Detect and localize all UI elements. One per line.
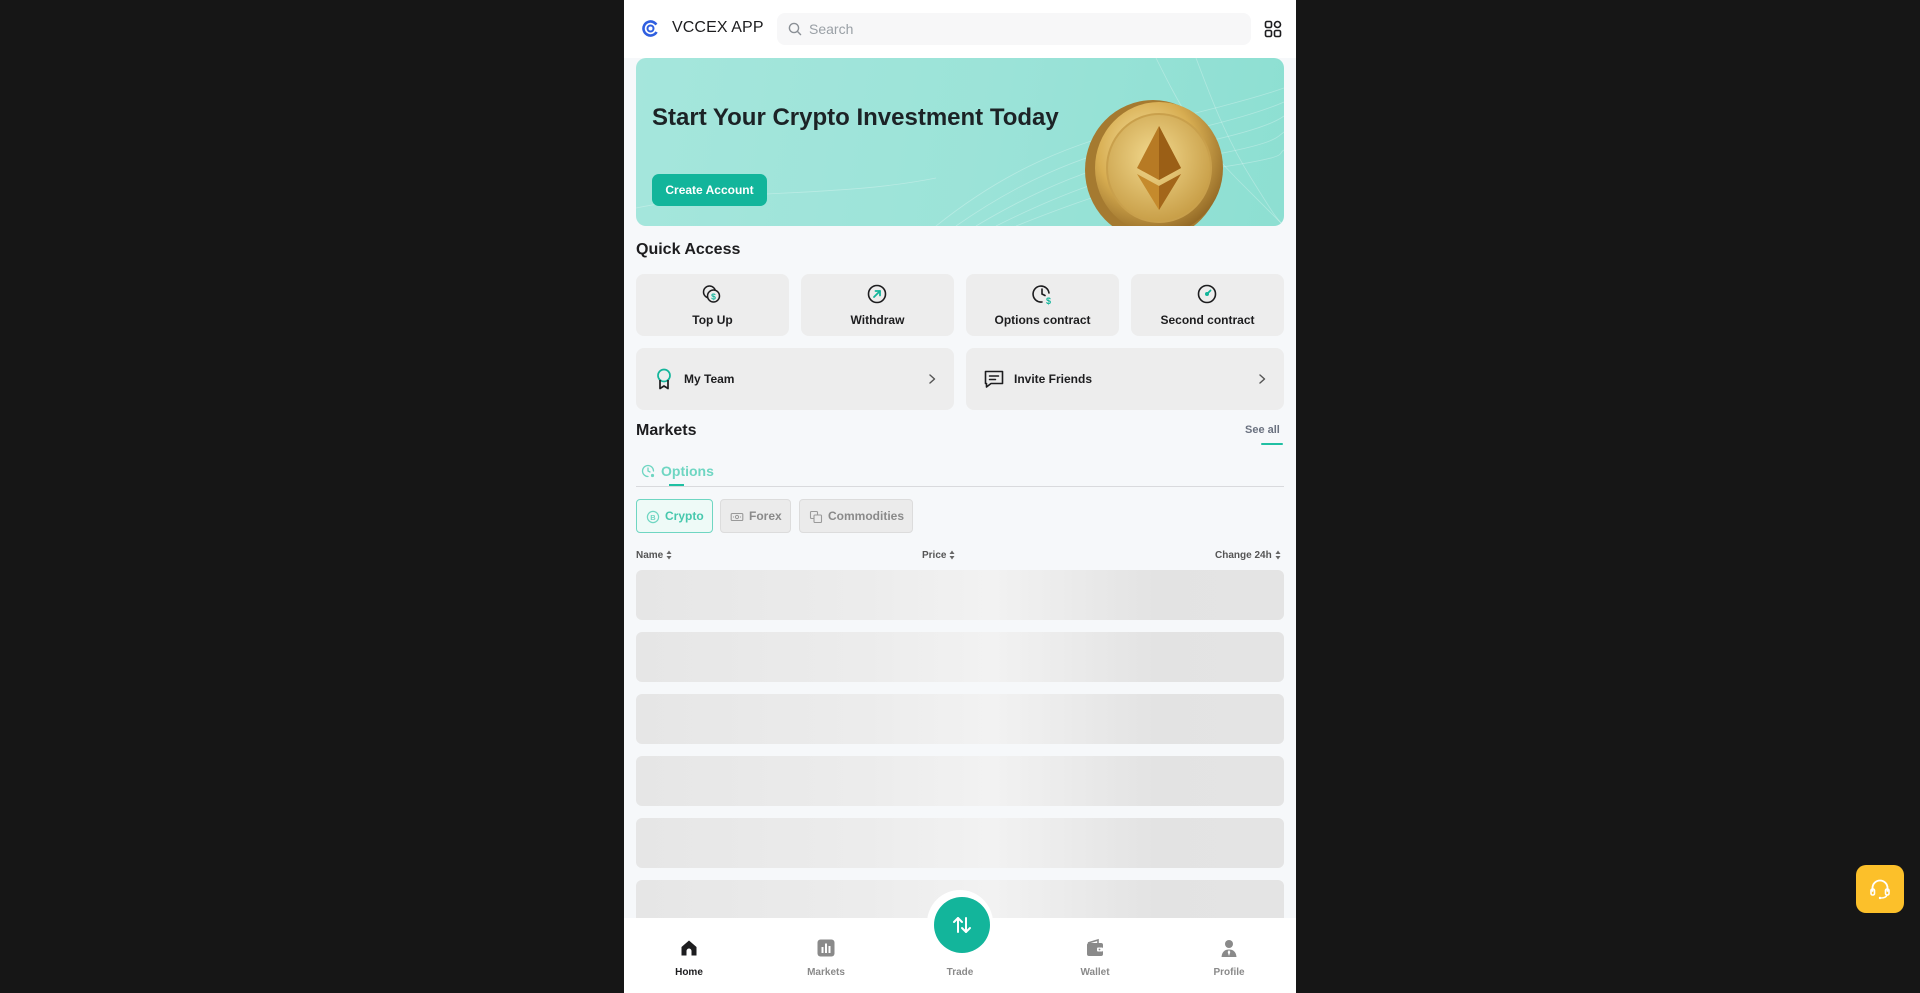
- chip-crypto-label: Crypto: [665, 509, 704, 523]
- column-name[interactable]: Name: [636, 550, 672, 561]
- quick-access-title: Quick Access: [636, 241, 741, 258]
- chip-forex-label: Forex: [749, 509, 782, 523]
- nav-wallet-label: Wallet: [1080, 967, 1110, 978]
- column-price[interactable]: Price: [922, 550, 955, 561]
- loading-row-skeleton: [636, 570, 1284, 620]
- user-icon: [1221, 940, 1237, 957]
- see-all-indicator: [1261, 443, 1283, 445]
- sort-icon: [666, 550, 672, 560]
- column-name-label: Name: [636, 550, 664, 561]
- svg-text:$: $: [711, 291, 716, 301]
- create-account-button[interactable]: Create Account: [652, 174, 767, 206]
- nav-markets-label: Markets: [807, 967, 845, 978]
- chevron-right-icon: [929, 374, 936, 384]
- top-up-label: Top Up: [692, 313, 733, 327]
- gauge-icon: [1197, 284, 1217, 304]
- grid-menu-icon[interactable]: [1264, 20, 1282, 38]
- my-team-label: My Team: [684, 372, 735, 386]
- headset-icon: [1870, 879, 1890, 900]
- options-contract-card[interactable]: $ Options contract: [966, 274, 1119, 336]
- nav-home-label: Home: [675, 967, 703, 978]
- loading-row-skeleton: [636, 818, 1284, 868]
- withdraw-label: Withdraw: [850, 313, 905, 327]
- clock-dollar-icon: $: [1032, 285, 1051, 306]
- nav-profile-label: Profile: [1213, 967, 1245, 978]
- options-contract-label: Options contract: [994, 313, 1091, 327]
- search-input[interactable]: [809, 13, 1239, 45]
- top-header: VCCEX APP: [624, 0, 1296, 58]
- search-icon: [788, 22, 802, 36]
- bar-chart-icon: [817, 939, 835, 957]
- vccex-logo-icon: [642, 20, 659, 37]
- tabs-divider: [636, 486, 1284, 487]
- app-title: VCCEX APP: [672, 19, 764, 36]
- nav-markets[interactable]: Markets: [781, 918, 871, 993]
- loading-row-skeleton: [636, 756, 1284, 806]
- customer-support-button[interactable]: [1856, 865, 1904, 913]
- svg-text:B: B: [650, 513, 656, 522]
- banner-title: Start Your Crypto Investment Today: [652, 104, 1059, 131]
- column-change-24h-label: Change 24h: [1215, 550, 1272, 561]
- chevron-right-icon: [1259, 374, 1266, 384]
- top-up-card[interactable]: $ Top Up: [636, 274, 789, 336]
- chat-message-icon: [984, 370, 1004, 388]
- see-all-link[interactable]: See all: [1245, 424, 1280, 436]
- invite-friends-card[interactable]: Invite Friends: [966, 348, 1284, 410]
- column-price-label: Price: [922, 550, 947, 561]
- home-icon: [681, 940, 697, 956]
- svg-text:$: $: [1046, 296, 1051, 306]
- mobile-app-frame: VCCEX APP Search Start Your Crypto Inves…: [624, 0, 1296, 993]
- clock-icon: [641, 464, 655, 478]
- coin-dollar-icon: $: [702, 285, 721, 303]
- nav-trade-label: Trade: [946, 967, 974, 978]
- my-team-card[interactable]: My Team: [636, 348, 954, 410]
- loading-row-skeleton: [636, 632, 1284, 682]
- tab-options-label: Options: [661, 463, 714, 479]
- withdraw-card[interactable]: Withdraw: [801, 274, 954, 336]
- nav-profile[interactable]: Profile: [1184, 918, 1274, 993]
- trade-button[interactable]: [934, 897, 990, 953]
- chip-forex[interactable]: Forex: [720, 499, 791, 533]
- chip-commodities-label: Commodities: [828, 509, 905, 523]
- chip-crypto[interactable]: B Crypto: [636, 499, 713, 533]
- ribbon-badge-icon: [657, 368, 671, 390]
- loading-row-skeleton: [636, 694, 1284, 744]
- swap-arrows-icon: [953, 917, 971, 933]
- chip-commodities[interactable]: Commodities: [799, 499, 913, 533]
- markets-title: Markets: [636, 422, 697, 439]
- nav-wallet[interactable]: Wallet: [1050, 918, 1140, 993]
- bitcoin-icon: B: [646, 510, 660, 524]
- wallet-icon: [1087, 938, 1103, 956]
- stack-icon: [809, 510, 823, 524]
- sort-icon: [1275, 550, 1281, 560]
- second-contract-label: Second contract: [1160, 313, 1255, 327]
- ethereum-coin-icon: [1085, 100, 1223, 226]
- nav-home[interactable]: Home: [644, 918, 734, 993]
- sort-icon: [949, 550, 955, 560]
- promo-banner: Start Your Crypto Investment Today Creat…: [636, 58, 1284, 226]
- second-contract-card[interactable]: Second contract: [1131, 274, 1284, 336]
- invite-friends-label: Invite Friends: [1014, 372, 1093, 386]
- column-change-24h[interactable]: Change 24h: [1215, 550, 1281, 561]
- search-bar[interactable]: [777, 13, 1251, 45]
- banknote-icon: [730, 512, 744, 522]
- arrow-up-right-circle-icon: [867, 284, 887, 304]
